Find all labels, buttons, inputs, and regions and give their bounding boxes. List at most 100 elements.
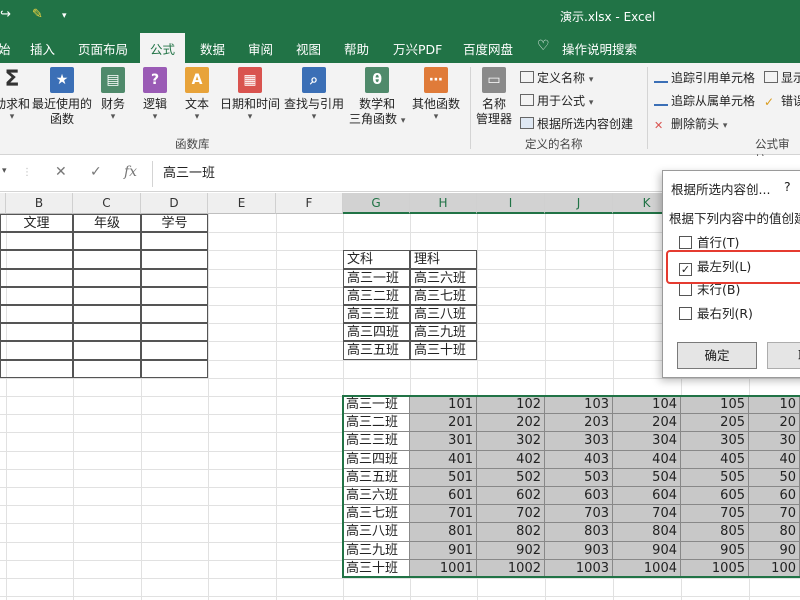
cell[interactable] <box>0 250 73 269</box>
more-functions-button[interactable]: ⋯ 其他函数 ▾ <box>412 67 460 122</box>
column-header-g[interactable]: G <box>343 193 410 214</box>
name-manager-button[interactable]: ▭ 名称 管理器 <box>476 67 512 127</box>
cell[interactable] <box>0 268 73 287</box>
cancel-button[interactable]: 取 <box>767 342 800 369</box>
column-header-e[interactable]: E <box>208 193 276 214</box>
logical-button[interactable]: ? 逻辑 ▾ <box>143 67 167 122</box>
cell[interactable] <box>0 232 73 251</box>
create-names-dialog: 根据所选内容创... ? 根据下列内容中的值创建名 首行(T) ✓最左列(L) … <box>662 170 800 378</box>
cell[interactable] <box>73 232 141 251</box>
cell[interactable] <box>73 341 141 360</box>
tab-view[interactable]: 视图 <box>296 39 321 58</box>
cell[interactable] <box>0 359 73 378</box>
cancel-icon[interactable]: ✕ <box>55 164 67 180</box>
cell[interactable]: 高三一班 <box>343 268 410 287</box>
tab-home[interactable]: 始 <box>0 39 11 58</box>
insert-function-icon[interactable]: fx <box>124 164 137 180</box>
tab-review[interactable]: 审阅 <box>248 39 273 58</box>
gridline-horizontal <box>0 578 800 579</box>
magnifier-book-icon: ⌕ <box>302 67 326 93</box>
cell[interactable]: 高三三班 <box>343 305 410 324</box>
cell[interactable]: 高三九班 <box>410 323 477 342</box>
checkbox-right-column[interactable] <box>679 307 692 320</box>
error-checking-button[interactable]: ✓ 错误 <box>764 92 800 109</box>
cell[interactable]: 高三四班 <box>343 323 410 342</box>
checkbox-bottom-row[interactable] <box>679 283 692 296</box>
tab-wanxing-pdf[interactable]: 万兴PDF <box>393 39 442 58</box>
column-header-i[interactable]: I <box>477 193 545 214</box>
cell[interactable]: 高三六班 <box>410 268 477 287</box>
header-cell[interactable]: 理科 <box>410 250 477 269</box>
cell[interactable] <box>141 250 208 269</box>
customize-qa-icon[interactable]: ▾ <box>62 11 67 21</box>
header-cell[interactable]: 文理 <box>0 214 73 233</box>
recent-functions-button[interactable]: ★ 最近使用的 函数 <box>32 67 92 127</box>
cell[interactable] <box>141 305 208 324</box>
cell[interactable]: 高三二班 <box>343 286 410 305</box>
tab-data[interactable]: 数据 <box>200 39 225 58</box>
lookup-reference-button[interactable]: ⌕ 查找与引用 ▾ <box>284 67 344 122</box>
tell-me-search[interactable]: 操作说明搜索 <box>562 39 637 58</box>
header-cell[interactable]: 学号 <box>141 214 208 233</box>
header-cell[interactable]: 文科 <box>343 250 410 269</box>
cell[interactable] <box>141 323 208 342</box>
cell[interactable] <box>0 305 73 324</box>
tab-insert[interactable]: 插入 <box>30 39 55 58</box>
formula-input[interactable]: 高三一班 <box>152 161 657 187</box>
column-header-c[interactable]: C <box>73 193 141 214</box>
redo-icon[interactable]: ↪ <box>0 7 11 22</box>
trace-precedents-button[interactable]: 追踪引用单元格 <box>654 69 755 86</box>
cell[interactable] <box>141 286 208 305</box>
define-name-button[interactable]: 定义名称 ▾ <box>520 69 593 86</box>
dialog-help-button[interactable]: ? <box>784 179 791 194</box>
cell[interactable] <box>141 232 208 251</box>
cell[interactable] <box>0 286 73 305</box>
cell[interactable]: 高三十班 <box>410 341 477 360</box>
use-in-formula-button[interactable]: 用于公式 ▾ <box>520 92 593 109</box>
column-header-d[interactable]: D <box>141 193 208 214</box>
create-from-selection-button[interactable]: 根据所选内容创建 <box>520 115 633 132</box>
tab-help[interactable]: 帮助 <box>344 39 369 58</box>
ok-button[interactable]: 确定 <box>677 342 757 369</box>
cell[interactable]: 高三七班 <box>410 286 477 305</box>
checkbox-top-row[interactable] <box>679 236 692 249</box>
remove-arrows-button[interactable]: ✕ 删除箭头 ▾ <box>654 115 727 132</box>
format-painter-icon[interactable]: ✎ <box>32 7 43 22</box>
cell[interactable] <box>73 305 141 324</box>
trace-dependents-button[interactable]: 追踪从属单元格 <box>654 92 755 109</box>
column-header-b[interactable]: B <box>6 193 73 214</box>
selection-border <box>342 395 800 578</box>
name-box-dropdown-icon[interactable]: ▾ <box>2 166 7 176</box>
cell[interactable]: 高三五班 <box>343 341 410 360</box>
cell[interactable] <box>141 359 208 378</box>
text-button[interactable]: A 文本 ▾ <box>185 67 209 122</box>
more-book-icon: ⋯ <box>424 67 448 93</box>
enter-icon[interactable]: ✓ <box>90 164 102 180</box>
cell[interactable] <box>0 323 73 342</box>
tab-formulas[interactable]: 公式 <box>140 33 186 63</box>
tab-page-layout[interactable]: 页面布局 <box>78 39 128 58</box>
date-time-button[interactable]: ▦ 日期和时间 ▾ <box>220 67 280 122</box>
cell[interactable] <box>73 250 141 269</box>
tab-baidu-netdisk[interactable]: 百度网盘 <box>463 39 513 58</box>
option-right-column[interactable]: 最右列(R) <box>679 305 753 323</box>
column-header-f[interactable]: F <box>276 193 343 214</box>
cell[interactable] <box>73 323 141 342</box>
cell[interactable] <box>0 341 73 360</box>
financial-button[interactable]: ▤ 财务 ▾ <box>101 67 125 122</box>
group-label-function-library: 函数库 <box>175 137 210 151</box>
cell[interactable] <box>73 268 141 287</box>
cell[interactable] <box>141 268 208 287</box>
cell[interactable] <box>73 359 141 378</box>
column-header-h[interactable]: H <box>410 193 477 214</box>
group-divider <box>647 67 648 149</box>
autosum-button[interactable]: Σ 动求和 ▾ <box>0 67 30 122</box>
show-formulas-button[interactable]: 显示 <box>764 69 800 86</box>
formula-tag-icon <box>520 94 534 106</box>
cell[interactable]: 高三八班 <box>410 305 477 324</box>
header-cell[interactable]: 年级 <box>73 214 141 233</box>
cell[interactable] <box>141 341 208 360</box>
column-header-j[interactable]: J <box>545 193 613 214</box>
cell[interactable] <box>73 286 141 305</box>
math-trig-button[interactable]: θ 数学和 三角函数 ▾ <box>349 67 405 129</box>
